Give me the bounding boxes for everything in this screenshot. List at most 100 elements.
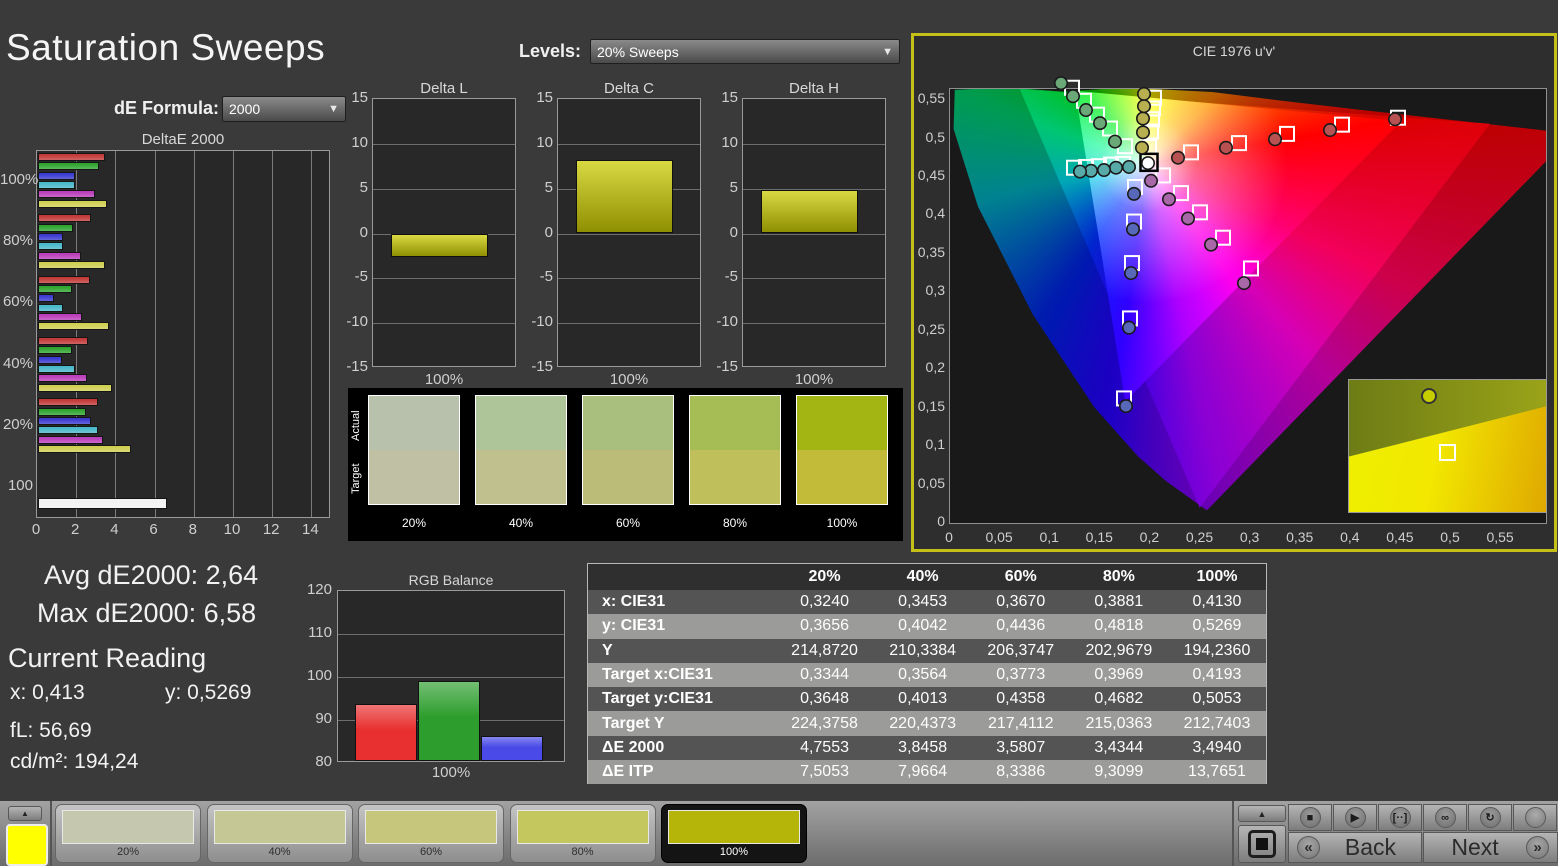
x-tick-label: 8 bbox=[188, 521, 197, 538]
table-cell: 224,3758 bbox=[791, 714, 858, 732]
pattern-label: 80% bbox=[571, 846, 594, 858]
cie-y-tick: 0,45 bbox=[917, 166, 945, 183]
y-tick-label: -10 bbox=[346, 313, 368, 331]
group-label: 100% bbox=[0, 170, 39, 188]
table-cell: 0,3969 bbox=[1094, 666, 1144, 684]
gridline bbox=[115, 151, 117, 517]
levels-dropdown[interactable]: 20% Sweeps ▼ bbox=[590, 39, 900, 64]
loop-button[interactable]: ∞ bbox=[1423, 804, 1467, 831]
delta-l-title: Delta L bbox=[420, 80, 468, 97]
white-bar bbox=[38, 497, 167, 509]
cie-x-tick: 0,15 bbox=[1085, 529, 1113, 545]
yellow-measured-point bbox=[1137, 86, 1152, 101]
magenta-measured-point bbox=[1144, 173, 1159, 188]
blue-measured-point bbox=[1127, 186, 1142, 201]
pattern-button-100%[interactable]: 100% bbox=[661, 804, 807, 863]
window-up-arrow-button[interactable]: ▲ bbox=[1238, 805, 1286, 822]
magenta-measured-point bbox=[1204, 237, 1219, 252]
red-bar bbox=[38, 214, 91, 223]
blue-measured-point bbox=[1122, 320, 1137, 335]
magenta-bar bbox=[38, 190, 95, 199]
pattern-label: 60% bbox=[419, 846, 443, 858]
current-cdm2-value: cd/m²: 194,24 bbox=[10, 750, 139, 773]
cie-y-tick: 0,05 bbox=[917, 474, 945, 491]
cyan-measured-point bbox=[1122, 159, 1137, 174]
y-tick-label: -15 bbox=[716, 358, 738, 375]
swatch-level-label: 100% bbox=[826, 516, 858, 530]
play-button[interactable]: ▶ bbox=[1333, 804, 1377, 831]
stop-button[interactable]: ■ bbox=[1288, 804, 1332, 831]
pattern-window-button[interactable] bbox=[1238, 825, 1286, 863]
table-row: x: CIE31 0,3240 0,3453 0,3670 0,3881 0,4130 bbox=[588, 590, 1266, 615]
row-label: x: CIE31 bbox=[602, 593, 666, 611]
pattern-button-40%[interactable]: 40% bbox=[206, 804, 353, 863]
blue-bar bbox=[38, 171, 76, 180]
red-measured-point bbox=[1322, 123, 1337, 138]
next-button[interactable]: Next » bbox=[1423, 832, 1558, 863]
magenta-target-point bbox=[1192, 204, 1208, 221]
magenta-bar bbox=[38, 251, 82, 260]
cyan-bar bbox=[38, 180, 76, 189]
pattern-button-20%[interactable]: 20% bbox=[55, 804, 201, 863]
cie-y-tick: 0,2 bbox=[925, 359, 945, 376]
frame-button[interactable]: [··] bbox=[1378, 804, 1422, 831]
gridline bbox=[558, 233, 700, 235]
cie-y-tick: 0,25 bbox=[917, 320, 945, 337]
gridline bbox=[338, 634, 564, 635]
target-swatch bbox=[369, 450, 459, 504]
current-pattern-swatch[interactable] bbox=[6, 824, 48, 866]
y-tick-label: 120 bbox=[306, 581, 332, 598]
table-row: Target Y 224,3758 220,4373 217,4112 215,0363… bbox=[588, 711, 1266, 736]
red-measured-point bbox=[1387, 112, 1402, 127]
table-cell: 220,4373 bbox=[889, 714, 957, 732]
pattern-button-80%[interactable]: 80% bbox=[509, 804, 656, 863]
table-cell: 0,4436 bbox=[996, 617, 1046, 635]
table-cell: 0,3881 bbox=[1094, 593, 1144, 611]
cie-y-tick: 0 bbox=[937, 513, 945, 529]
cie-x-tick: 0,45 bbox=[1386, 529, 1414, 545]
table-cell: 210,3384 bbox=[889, 641, 957, 659]
pattern-up-arrow-button[interactable]: ▲ bbox=[8, 806, 42, 821]
up-arrow-icon: ▲ bbox=[1257, 808, 1267, 819]
red-measured-point bbox=[1218, 140, 1233, 155]
blue-bar bbox=[38, 416, 91, 425]
y-tick-label: 15 bbox=[536, 89, 553, 106]
pattern-swatch bbox=[213, 810, 346, 844]
record-icon bbox=[1524, 807, 1546, 828]
cyan-measured-point bbox=[1109, 160, 1124, 175]
table-row: ΔE 2000 4,7553 3,8458 3,5807 3,4344 3,4940 bbox=[588, 735, 1266, 761]
record-button[interactable] bbox=[1513, 804, 1557, 831]
y-tick-label: -10 bbox=[531, 313, 553, 331]
y-tick-label: -15 bbox=[346, 358, 368, 375]
table-row: Y 214,8720 210,3384 206,3747 202,9679 194,236… bbox=[588, 638, 1266, 663]
back-button[interactable]: « Back bbox=[1288, 832, 1422, 863]
row-label: Target x:CIE31 bbox=[602, 666, 713, 684]
y-tick-label: 100 bbox=[306, 667, 332, 684]
table-cell: 0,4682 bbox=[1094, 690, 1144, 708]
y-tick-label: -10 bbox=[716, 313, 738, 331]
pattern-button-60%[interactable]: 60% bbox=[358, 804, 504, 863]
color-swatch-80% bbox=[689, 395, 781, 505]
deltae2000-chart-title: DeltaE 2000 bbox=[141, 131, 225, 148]
table-row: Target y:CIE31 0,3648 0,4013 0,4358 0,4682 0,… bbox=[588, 687, 1266, 712]
y-tick-label: -5 bbox=[724, 268, 738, 286]
blue-bar bbox=[481, 736, 543, 761]
table-cell: 0,5269 bbox=[1192, 617, 1242, 635]
cie-chart-title: CIE 1976 u'v' bbox=[1192, 43, 1276, 59]
gridline bbox=[233, 151, 234, 517]
table-cell: 202,9679 bbox=[1085, 641, 1153, 659]
cyan-bar bbox=[38, 426, 98, 435]
next-button-label: Next bbox=[1451, 834, 1499, 860]
pattern-swatch bbox=[668, 810, 800, 844]
refresh-button[interactable]: ↻ bbox=[1468, 804, 1512, 831]
target-swatch bbox=[797, 450, 887, 504]
table-row: y: CIE31 0,3656 0,4042 0,4436 0,4818 0,5269 bbox=[588, 614, 1266, 639]
y-tick-label: 0 bbox=[544, 223, 553, 241]
de-formula-dropdown[interactable]: 2000 ▼ bbox=[222, 96, 346, 122]
table-row: Target x:CIE31 0,3344 0,3564 0,3773 0,3969 0,… bbox=[588, 662, 1266, 688]
table-cell: 0,4042 bbox=[898, 617, 948, 635]
gridline bbox=[373, 188, 515, 190]
gridline bbox=[272, 151, 274, 517]
table-cell: 0,3240 bbox=[800, 593, 849, 611]
swatch-level-label: 60% bbox=[615, 516, 641, 530]
